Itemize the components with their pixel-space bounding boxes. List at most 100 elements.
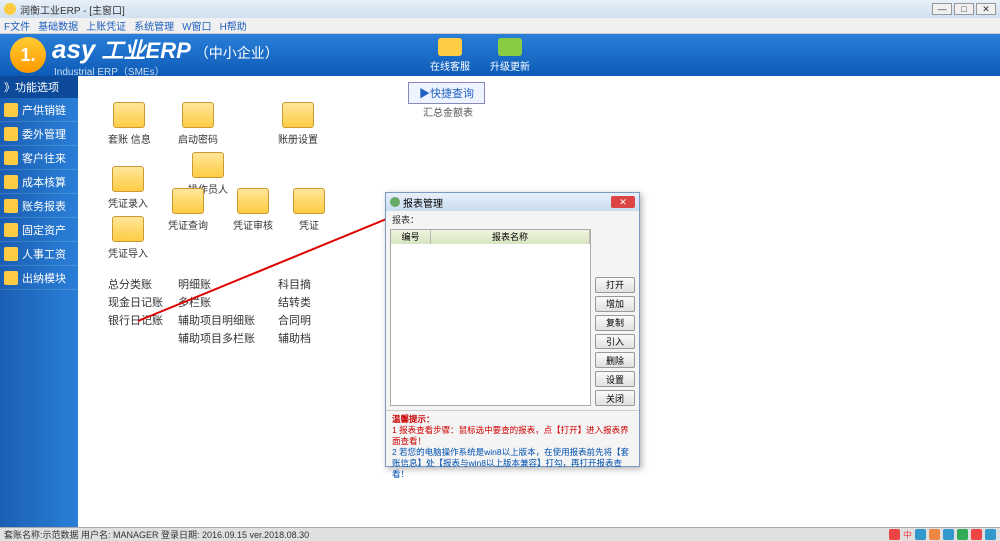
link-general-ledger[interactable]: 总分类账: [108, 276, 163, 294]
flow-account-info[interactable]: 套账 信息: [108, 102, 151, 146]
tray-icon[interactable]: [929, 529, 940, 540]
link-detail-ledger[interactable]: 明细账: [178, 276, 255, 294]
link-cash-journal[interactable]: 现金日记账: [108, 294, 163, 312]
maximize-button[interactable]: □: [954, 3, 974, 15]
statusbar: 套账名称:示范数据 用户名: MANAGER 登录日期: 2016.09.15 …: [0, 527, 1000, 541]
link-aux-detail[interactable]: 辅助项目明细账: [178, 312, 255, 330]
logo-text: asy: [52, 34, 95, 64]
dialog-icon: [390, 197, 400, 207]
link-bank-journal[interactable]: 银行日记账: [108, 312, 163, 330]
dialog-tips: 温馨提示： 1 报表查看步骤：鼠标选中要查的报表，点【打开】进入报表界面查看！ …: [386, 410, 639, 480]
update-icon: [498, 38, 522, 56]
dialog-close-button[interactable]: ✕: [611, 196, 635, 208]
tray-icon[interactable]: [943, 529, 954, 540]
col-id: 编号: [391, 230, 431, 244]
menu-item[interactable]: F文件: [4, 18, 30, 33]
sidebar-header: 》功能选项: [0, 76, 78, 98]
tray-icon[interactable]: [889, 529, 900, 540]
flow-password[interactable]: 启动密码: [178, 102, 218, 146]
links-col1: 总分类账 现金日记账 银行日记账: [108, 276, 163, 330]
window-title: 润衡工业ERP - [主窗口]: [20, 2, 125, 17]
doc-icon: [293, 188, 325, 214]
link-contract[interactable]: 合同明: [278, 312, 311, 330]
quick-search[interactable]: ▶快捷查询: [408, 82, 485, 104]
tip-line: 2 若您的电脑操作系统是win8以上版本，在使用报表前先将【套账信息】处【报表与…: [392, 447, 633, 480]
sidebar-item-hr[interactable]: 人事工资: [0, 242, 78, 266]
sidebar-item-outsource[interactable]: 委外管理: [0, 122, 78, 146]
workarea: ▶快捷查询 汇总金额表 套账 信息 启动密码 账册设置 凭证录入 操作员人 凭证…: [78, 76, 1000, 527]
update-button[interactable]: 升级更新: [490, 38, 530, 73]
report-icon: [4, 199, 18, 213]
tips-header: 温馨提示：: [392, 414, 633, 425]
flow-voucher-entry[interactable]: 凭证录入: [108, 166, 148, 210]
tip-line: 1 报表查看步骤：鼠标选中要查的报表，点【打开】进入报表界面查看！: [392, 425, 633, 447]
app-icon: [4, 3, 16, 15]
banner-subtitle: （中小企业）: [195, 45, 279, 61]
banner-title-cn: 工业ERP: [102, 38, 191, 63]
tray-icon[interactable]: [971, 529, 982, 540]
links-col2: 明细账 多栏账 辅助项目明细账 辅助项目多栏账: [178, 276, 255, 348]
flow-voucher[interactable]: 凭证: [293, 188, 325, 232]
folder-icon: [113, 102, 145, 128]
assets-icon: [4, 223, 18, 237]
menu-item[interactable]: 上账凭证: [86, 18, 126, 33]
report-list-header: 编号 报表名称: [391, 230, 590, 244]
settings-button[interactable]: 设置: [595, 371, 635, 387]
logo-icon: 1.: [10, 37, 46, 73]
close-button[interactable]: ✕: [976, 3, 996, 15]
supply-icon: [4, 103, 18, 117]
report-list[interactable]: 编号 报表名称: [390, 229, 591, 406]
flow-voucher-audit[interactable]: 凭证审核: [233, 188, 273, 232]
check-icon: [237, 188, 269, 214]
support-icon: [438, 38, 462, 56]
sidebar-item-report[interactable]: 账务报表: [0, 194, 78, 218]
sidebar-item-cashier[interactable]: 出纳模块: [0, 266, 78, 290]
link-multi-col[interactable]: 多栏账: [178, 294, 255, 312]
import-button[interactable]: 引入: [595, 334, 635, 350]
copy-button[interactable]: 复制: [595, 315, 635, 331]
flow-voucher-query[interactable]: 凭证查询: [168, 188, 208, 232]
tray-icon[interactable]: [957, 529, 968, 540]
flow-voucher-import[interactable]: 凭证导入: [108, 216, 148, 260]
sidebar-item-customer[interactable]: 客户往来: [0, 146, 78, 170]
book-icon: [282, 102, 314, 128]
link-aux-multi[interactable]: 辅助项目多栏账: [178, 330, 255, 348]
col-name: 报表名称: [431, 230, 590, 244]
menu-item[interactable]: 基础数据: [38, 18, 78, 33]
menu-item[interactable]: W窗口: [182, 18, 211, 33]
sidebar-item-supply[interactable]: 产供销链: [0, 98, 78, 122]
link-subject[interactable]: 科目摘: [278, 276, 311, 294]
sidebar: 》功能选项 产供销链 委外管理 客户往来 成本核算 账务报表 固定资产 人事工资…: [0, 76, 78, 527]
system-tray: 中: [889, 527, 996, 541]
link-carryover[interactable]: 结转类: [278, 294, 311, 312]
close-dialog-button[interactable]: 关闭: [595, 390, 635, 406]
tray-icon[interactable]: [985, 529, 996, 540]
sidebar-item-assets[interactable]: 固定资产: [0, 218, 78, 242]
edit-icon: [112, 166, 144, 192]
dialog-titlebar[interactable]: 报表管理 ✕: [386, 193, 639, 211]
user-icon: [192, 152, 224, 178]
minimize-button[interactable]: —: [932, 3, 952, 15]
online-support-button[interactable]: 在线客服: [430, 38, 470, 73]
cashier-icon: [4, 271, 18, 285]
tray-icon[interactable]: [915, 529, 926, 540]
flow-ledger-setup[interactable]: 账册设置: [278, 102, 318, 146]
menu-item[interactable]: 系统管理: [134, 18, 174, 33]
banner: 1. asy 工业ERP（中小企业） Industrial ERP（SMEs） …: [0, 34, 1000, 76]
sidebar-item-cost[interactable]: 成本核算: [0, 170, 78, 194]
dialog-title: 报表管理: [403, 195, 443, 210]
menu-item[interactable]: H帮助: [220, 18, 247, 33]
customer-icon: [4, 151, 18, 165]
link-aux-archive[interactable]: 辅助档: [278, 330, 311, 348]
open-button[interactable]: 打开: [595, 277, 635, 293]
add-button[interactable]: 增加: [595, 296, 635, 312]
quick-sub[interactable]: 汇总金额表: [423, 104, 473, 119]
status-text: 套账名称:示范数据 用户名: MANAGER 登录日期: 2016.09.15 …: [4, 528, 309, 541]
outsource-icon: [4, 127, 18, 141]
hr-icon: [4, 247, 18, 261]
ime-label[interactable]: 中: [903, 528, 912, 541]
report-manage-dialog: 报表管理 ✕ 报表： 编号 报表名称 打开 增加 复制 引入 删除 设置: [385, 192, 640, 467]
dialog-buttons: 打开 增加 复制 引入 删除 设置 关闭: [595, 229, 635, 406]
delete-button[interactable]: 删除: [595, 352, 635, 368]
window-titlebar: 润衡工业ERP - [主窗口] — □ ✕: [0, 0, 1000, 18]
